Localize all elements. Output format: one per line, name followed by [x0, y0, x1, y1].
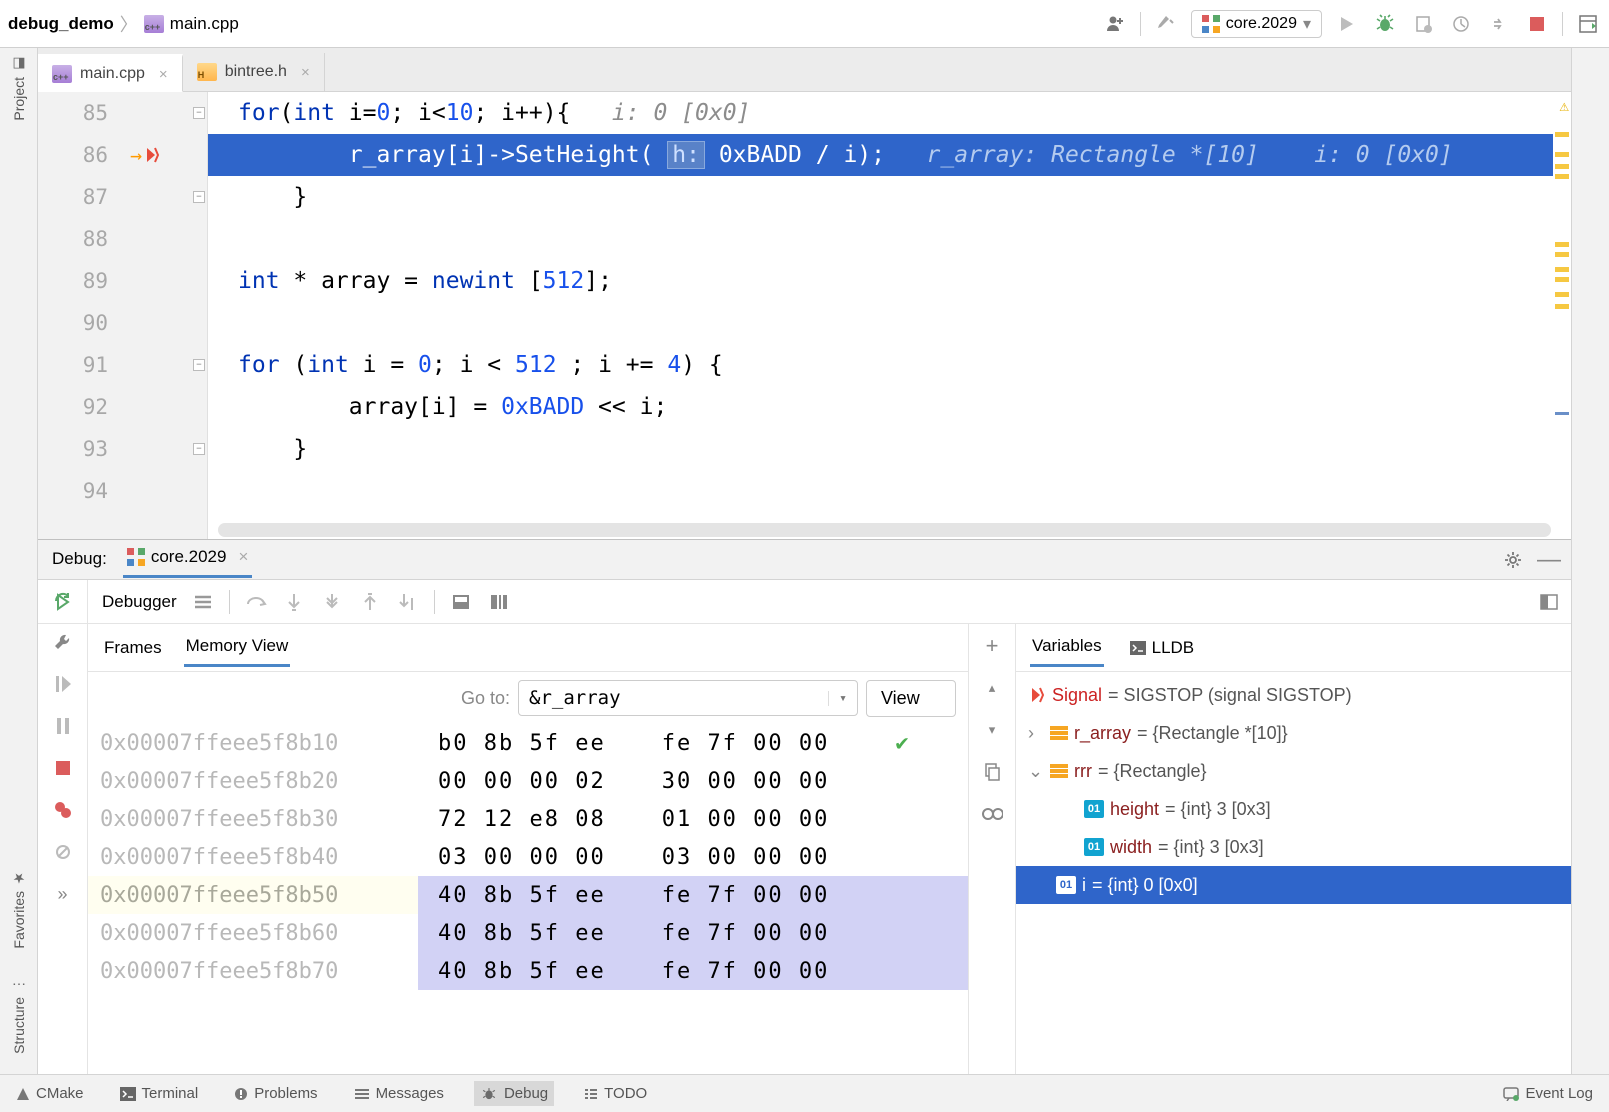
wrench-icon[interactable]: [51, 630, 75, 654]
attach-icon[interactable]: [1486, 11, 1512, 37]
threads-icon[interactable]: [191, 590, 215, 614]
coverage-icon[interactable]: [1410, 11, 1436, 37]
view-button[interactable]: View: [866, 680, 956, 717]
editor-tab-main[interactable]: c++ main.cpp ×: [38, 54, 183, 92]
tool-messages[interactable]: Messages: [348, 1081, 450, 1106]
debugger-toolbar: Debugger: [38, 580, 1571, 624]
add-user-icon[interactable]: [1102, 11, 1128, 37]
right-tool-strip: [1571, 48, 1609, 1074]
profile-icon[interactable]: [1448, 11, 1474, 37]
down-icon[interactable]: ▾: [980, 718, 1004, 742]
debug-header: Debug: core.2029 × —: [38, 540, 1571, 580]
close-icon[interactable]: ×: [238, 547, 248, 567]
debug-icon[interactable]: [1372, 11, 1398, 37]
breadcrumb-file[interactable]: main.cpp: [170, 14, 239, 34]
debug-step-toolbar: »: [38, 624, 88, 1074]
debug-title: Debug:: [48, 543, 111, 577]
tab-label: main.cpp: [80, 65, 145, 83]
tool-cmake[interactable]: CMake: [10, 1081, 90, 1106]
pause-icon[interactable]: [51, 714, 75, 738]
main-toolbar: debug_demo 〉 c++ main.cpp core.2029 ▾: [0, 0, 1609, 48]
minimize-icon[interactable]: —: [1537, 548, 1561, 572]
chevron-right-icon: 〉: [120, 11, 138, 37]
warning-icon: ⚠: [1559, 96, 1569, 115]
run-icon[interactable]: [1334, 11, 1360, 37]
goto-label: Go to:: [461, 688, 510, 709]
horizontal-scrollbar[interactable]: [218, 523, 1551, 537]
hex-column[interactable]: b0 8b 5f eefe 7f 00 00✔00 00 00 0230 00 …: [418, 724, 968, 1074]
force-step-into-icon[interactable]: [320, 590, 344, 614]
view-breakpoints-icon[interactable]: [51, 798, 75, 822]
tool-todo[interactable]: TODO: [578, 1081, 653, 1106]
copy-icon[interactable]: [980, 760, 1004, 784]
more-icon[interactable]: »: [51, 882, 75, 906]
run-config-selector[interactable]: core.2029 ▾: [1191, 10, 1322, 38]
chevron-down-icon[interactable]: ▾: [828, 691, 857, 706]
tab-memory-view[interactable]: Memory View: [184, 628, 291, 667]
tool-debug[interactable]: Debug: [474, 1081, 554, 1106]
tool-window-structure[interactable]: Structure⋯: [11, 976, 27, 1054]
code-editor[interactable]: 85−86→87−88899091−9293−94 ⚠ for(int i=0;…: [38, 92, 1571, 539]
address-column[interactable]: 0x00007ffeee5f8b100x00007ffeee5f8b200x00…: [88, 724, 418, 1074]
event-log[interactable]: Event Log: [1497, 1081, 1599, 1106]
gear-icon[interactable]: [1501, 548, 1525, 572]
memory-view-column: Frames Memory View Go to: ▾ View 0x00007…: [88, 624, 968, 1074]
config-icon: [1202, 15, 1220, 33]
rerun-icon[interactable]: [51, 590, 75, 614]
debug-panel: Debug: core.2029 × — Debugger: [38, 539, 1571, 1074]
trace-icon[interactable]: [487, 590, 511, 614]
resume-icon[interactable]: [51, 672, 75, 696]
up-icon[interactable]: ▴: [980, 676, 1004, 700]
watch-icon[interactable]: [980, 802, 1004, 826]
stop-icon[interactable]: [1524, 11, 1550, 37]
layout-settings-icon[interactable]: [1537, 590, 1561, 614]
tab-label: bintree.h: [225, 63, 287, 81]
goto-address-input[interactable]: [519, 681, 828, 715]
stop-icon[interactable]: [51, 756, 75, 780]
editor-tabs: c++ main.cpp × Hbintree.h ×: [38, 48, 1571, 92]
breadcrumb-project[interactable]: debug_demo: [8, 14, 114, 34]
variables-toolbar: + ▴ ▾: [968, 624, 1016, 1074]
gutter[interactable]: 85−86→87−88899091−9293−94: [38, 92, 208, 539]
tab-variables[interactable]: Variables: [1030, 628, 1104, 667]
chevron-down-icon: ▾: [1303, 14, 1311, 34]
tool-problems[interactable]: Problems: [228, 1081, 323, 1106]
mute-breakpoints-icon[interactable]: [51, 840, 75, 864]
tool-window-project[interactable]: Project◧: [11, 56, 27, 121]
debug-session-tab[interactable]: core.2029 ×: [123, 541, 253, 578]
tab-frames[interactable]: Frames: [102, 630, 164, 666]
marker-bar[interactable]: ⚠: [1553, 92, 1571, 539]
run-to-cursor-icon[interactable]: [396, 590, 420, 614]
breadcrumb[interactable]: debug_demo 〉 c++ main.cpp: [8, 11, 239, 37]
step-out-icon[interactable]: [358, 590, 382, 614]
config-icon: [127, 548, 145, 566]
bottom-bar: CMake Terminal Problems Messages Debug T…: [0, 1074, 1609, 1112]
variables-tree[interactable]: Signal = SIGSTOP (signal SIGSTOP)› r_arr…: [1016, 672, 1571, 1074]
h-file-icon: H: [197, 63, 217, 81]
step-into-icon[interactable]: [282, 590, 306, 614]
cpp-file-icon: c++: [144, 15, 164, 33]
debugger-label: Debugger: [102, 592, 177, 612]
debug-tab-label: core.2029: [151, 547, 227, 567]
editor-tab-bintree[interactable]: Hbintree.h ×: [183, 53, 325, 91]
tool-window-favorites[interactable]: Favorites★: [11, 870, 27, 949]
evaluate-icon[interactable]: [449, 590, 473, 614]
goto-address-combo[interactable]: ▾: [518, 680, 858, 716]
run-config-name: core.2029: [1226, 15, 1297, 33]
tool-terminal[interactable]: Terminal: [114, 1081, 205, 1106]
close-icon[interactable]: ×: [301, 64, 310, 81]
cpp-file-icon: c++: [52, 65, 72, 83]
step-over-icon[interactable]: [244, 590, 268, 614]
build-icon[interactable]: [1153, 11, 1179, 37]
layout-icon[interactable]: [1575, 11, 1601, 37]
close-icon[interactable]: ×: [159, 66, 168, 83]
tab-lldb[interactable]: LLDB: [1128, 630, 1197, 666]
left-tool-strip: Project◧ Favorites★ Structure⋯: [0, 48, 38, 1074]
add-watch-icon[interactable]: +: [980, 634, 1004, 658]
